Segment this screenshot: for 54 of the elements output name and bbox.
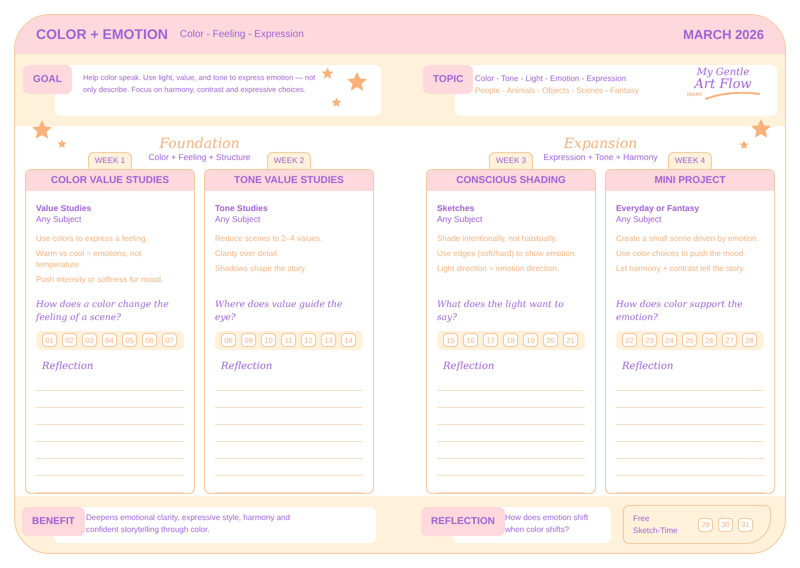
reflection-heading: Reflection — [443, 360, 496, 374]
card-title: CONSCIOUS SHADING — [427, 170, 595, 191]
reflection-heading: Reflection — [42, 360, 94, 374]
question-text: How does a color change the feeling of a scene? — [36, 298, 170, 325]
panel-label: GOAL — [23, 65, 72, 94]
reflection-heading: Reflection — [622, 360, 674, 374]
panel-label: BENEFIT — [22, 506, 85, 536]
tip-text: Create a small scene driven by emotion. — [616, 232, 760, 244]
panel-label: TOPIC — [423, 65, 474, 94]
card-title: MINI PROJECT — [606, 170, 774, 191]
subject-label: Any Subject — [616, 214, 662, 225]
free-label: Sketch-Time — [633, 524, 678, 536]
tip-text: Warm vs cool = emotions, not temperature. — [36, 248, 142, 270]
star-icon — [321, 67, 334, 80]
star-icon — [331, 97, 342, 108]
benefit-text: Deepens emotional clarity, expressive style, harmony and confident storytelling through color. — [86, 512, 291, 536]
section-title: Foundation — [159, 136, 240, 152]
tip-text: Shadows shape the story. — [215, 262, 308, 274]
tip-text: Use color choices to push the mood. — [616, 248, 746, 259]
reflection-heading: Reflection — [221, 360, 274, 374]
star-icon — [31, 119, 53, 141]
reflection-text: How does emotion shift when color shifts? — [505, 512, 590, 536]
page-subtitle: Color - Feeling - Expression — [180, 28, 304, 42]
month-label: MARCH 2026 — [683, 26, 764, 44]
section-subtitle: Expression + Tone + Harmony — [543, 152, 658, 162]
focus-label: Value Studies — [36, 202, 92, 214]
star-icon — [346, 71, 368, 93]
tip-text: Light direction = emotion direction. — [437, 262, 560, 274]
star-icon — [57, 139, 67, 149]
tip-text: Use colors to express a feeling. — [36, 232, 149, 244]
tip-text: Reduce scenes to 2–4 values. — [215, 232, 324, 244]
topic-text: People - Animals - Objects - Scenes - Fantasy — [475, 85, 639, 97]
tip-text: Clarity over detail. — [215, 248, 280, 259]
tip-text: Let harmony + contrast tell the story. — [616, 262, 746, 274]
focus-label: Tone Studies — [215, 202, 269, 214]
panel-label: REFLECTION — [421, 506, 505, 536]
card-title: COLOR VALUE STUDIES — [26, 170, 194, 191]
card-title: TONE VALUE STUDIES — [205, 170, 373, 191]
tip-text: Shade intentionally, not habitually. — [437, 232, 558, 244]
subject-label: Any Subject — [215, 214, 262, 225]
free-label: Free — [633, 512, 650, 524]
subject-label: Any Subject — [36, 214, 82, 225]
section-title: Expansion — [564, 136, 638, 152]
focus-label: Everyday or Fantasy — [616, 202, 700, 214]
question-text: What does the light want to say? — [437, 298, 565, 325]
topic-text: Color - Tone - Light - Emotion - Expression — [475, 73, 626, 85]
tip-text: Push intensity or softness for mood. — [36, 274, 164, 285]
focus-label: Sketches — [437, 202, 476, 214]
page-title: COLOR + EMOTION — [36, 25, 168, 44]
tip-text: Use edges (soft/hard) to show emotion. — [437, 248, 578, 259]
question-text: Where does value guide the eye? — [215, 298, 344, 325]
subject-label: Any Subject — [437, 214, 484, 225]
question-text: How does color support the emotion? — [616, 298, 744, 325]
section-subtitle: Color + Feeling + Structure — [148, 152, 251, 162]
